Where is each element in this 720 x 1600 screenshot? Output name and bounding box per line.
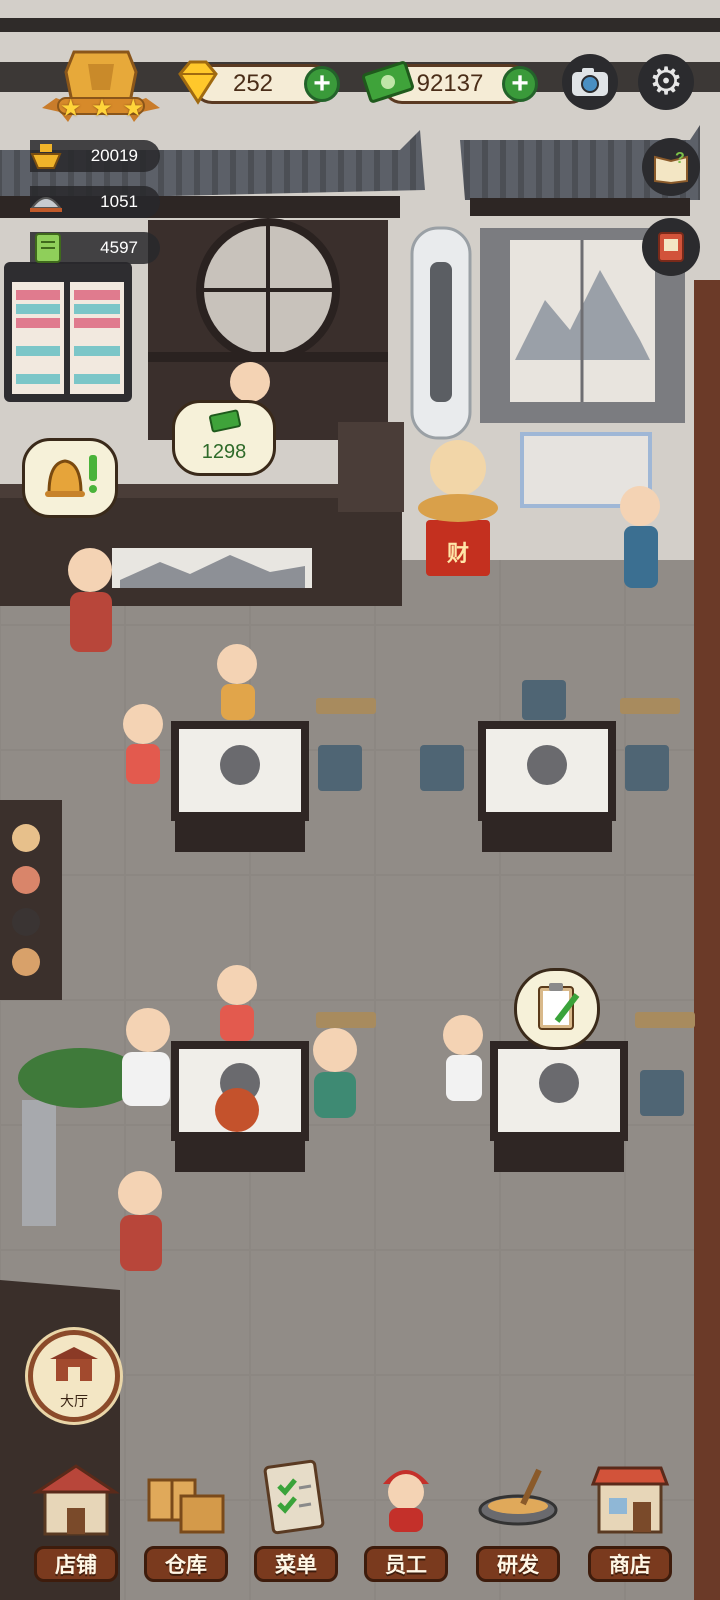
gear-icon: ⚙ — [648, 61, 684, 103]
star-icon: ★ — [122, 95, 144, 122]
recipe-book-button[interactable] — [642, 218, 700, 276]
add-gems-button[interactable]: + — [304, 66, 340, 102]
lucky-cat-sign: 财 — [446, 542, 469, 567]
nav-research-label: 研发 — [476, 1546, 560, 1582]
plant-pot — [22, 1100, 56, 1226]
hall-label: 大厅 — [60, 1394, 88, 1410]
hall-button[interactable]: 大厅 — [28, 1330, 120, 1422]
red-book-icon — [658, 232, 684, 262]
nav-store[interactable]: 商店 — [580, 1450, 680, 1590]
right-wall-column — [694, 280, 720, 1600]
settings-button[interactable]: ⚙ — [638, 54, 694, 110]
nav-menu[interactable]: 菜单 — [246, 1450, 346, 1590]
book-question-icon: ? — [654, 150, 688, 185]
nav-research[interactable]: 研发 — [468, 1450, 568, 1590]
rank-stars: ★ ★ ★ — [60, 94, 144, 123]
nav-warehouse[interactable]: 仓库 — [136, 1450, 236, 1590]
camera-icon — [572, 68, 608, 96]
nav-staff-label: 员工 — [364, 1546, 448, 1582]
nav-shop-label: 店铺 — [34, 1546, 118, 1582]
order-bubble[interactable] — [514, 968, 600, 1050]
warehouse-icon — [147, 1478, 225, 1534]
right-roof-beam — [470, 198, 690, 216]
cash-icon — [360, 58, 416, 106]
guide-button[interactable]: ? — [642, 138, 700, 196]
stat-ticket-value: 4597 — [100, 238, 138, 257]
bell-bubble[interactable] — [22, 438, 118, 518]
clipboard-icon — [538, 983, 580, 1030]
stat-bowl-value: 20019 — [90, 146, 138, 165]
cash-icon — [209, 409, 241, 433]
wok-icon — [478, 1468, 558, 1526]
nav-menu-label: 菜单 — [254, 1546, 338, 1582]
nav-shop[interactable]: 店铺 — [26, 1450, 126, 1590]
nav-store-label: 商店 — [588, 1546, 672, 1582]
bowl-icon — [28, 138, 64, 174]
svg-text:?: ? — [675, 150, 685, 167]
gem-icon — [172, 56, 222, 106]
rank-badge[interactable]: ★ ★ ★ — [38, 42, 164, 126]
bell-icon — [45, 455, 97, 497]
cloche-icon — [28, 184, 64, 220]
waiter-red-1 — [68, 548, 112, 652]
pagoda-icon — [50, 1347, 98, 1381]
cash-bubble[interactable]: 1298 — [172, 400, 276, 476]
camera-button[interactable] — [562, 54, 618, 110]
lucky-cat — [430, 440, 486, 496]
stat-service-value: 1051 — [100, 192, 138, 211]
customer-4 — [122, 1008, 170, 1106]
customer-7 — [443, 1015, 483, 1101]
cashier — [230, 362, 270, 402]
gem-count: 252 — [232, 70, 274, 97]
top-beam — [0, 18, 720, 32]
nav-warehouse-label: 仓库 — [144, 1546, 228, 1582]
star-icon: ★ — [60, 95, 82, 122]
cash-earned-value: 1298 — [201, 441, 247, 463]
customer-6 — [215, 1088, 259, 1132]
menu-clipboard-icon — [263, 1459, 325, 1535]
staff-icon — [383, 1470, 429, 1532]
cash-count: 92137 — [416, 70, 484, 97]
star-icon: ★ — [91, 95, 113, 122]
add-cash-button[interactable]: + — [502, 66, 538, 102]
shop-icon — [32, 1464, 120, 1536]
store-icon — [590, 1466, 670, 1534]
waiter-red-2 — [118, 1171, 162, 1271]
ticket-icon — [30, 230, 66, 266]
waiter-blue — [620, 486, 660, 588]
nav-staff[interactable]: 员工 — [356, 1450, 456, 1590]
